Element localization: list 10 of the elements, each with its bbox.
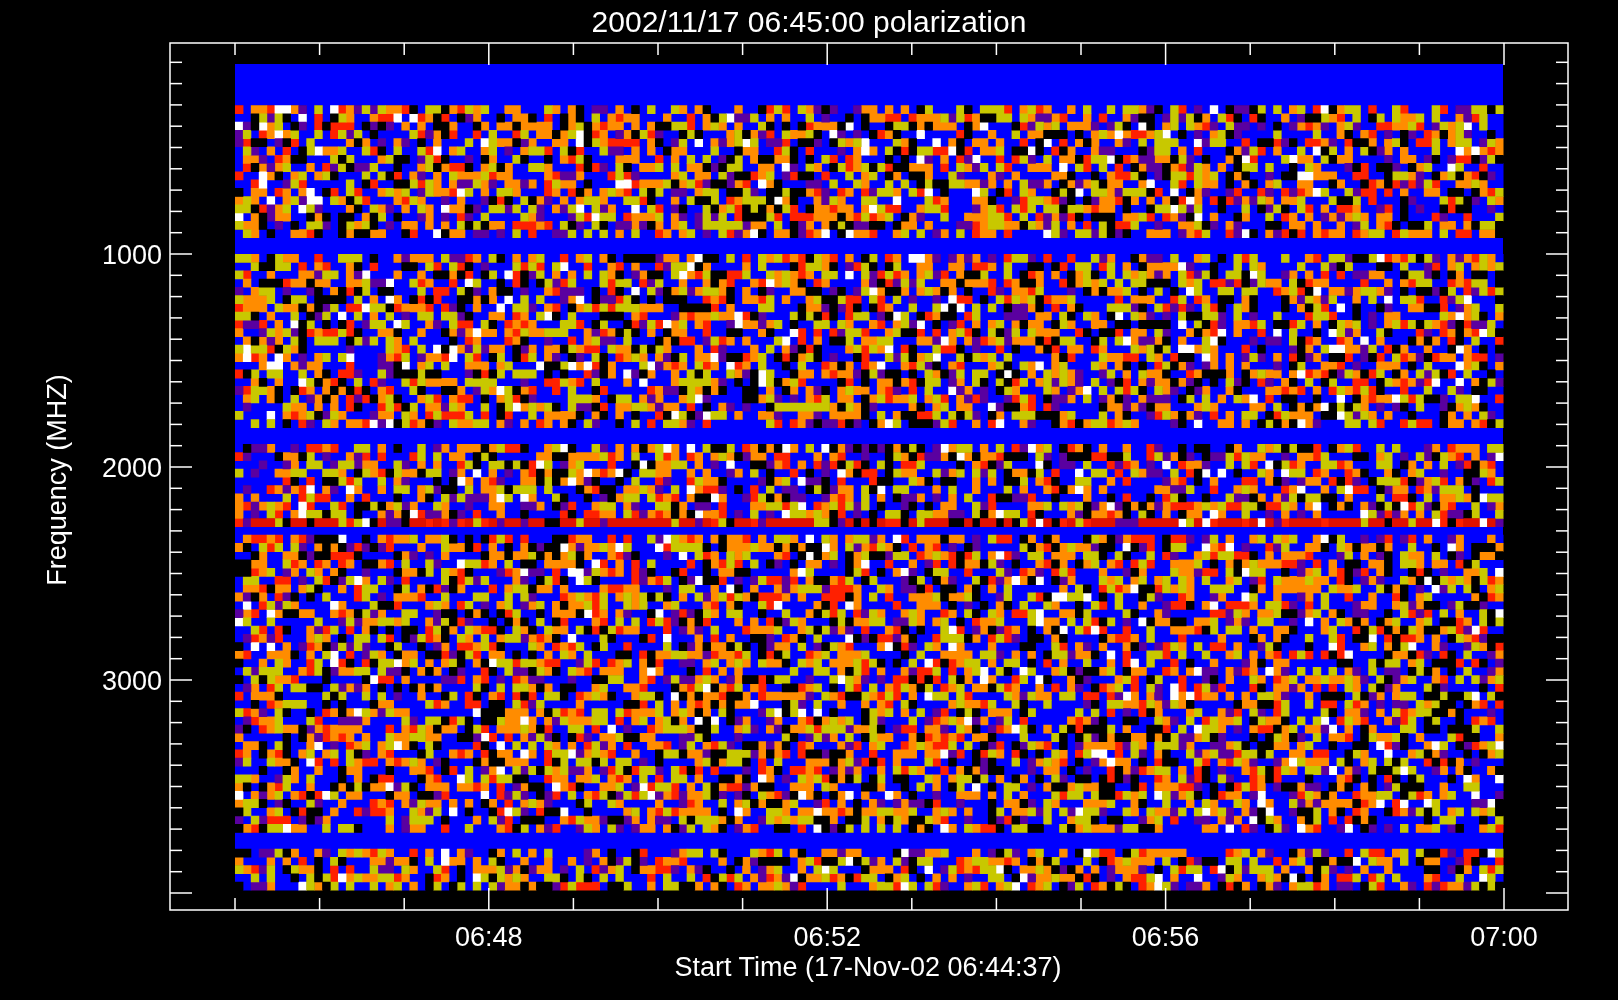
y-axis-title: Frequency (MHZ) bbox=[42, 374, 72, 586]
x-tick-label: 06:48 bbox=[455, 922, 523, 952]
x-axis-title: Start Time (17-Nov-02 06:44:37) bbox=[674, 952, 1062, 982]
y-tick-label: 1000 bbox=[101, 240, 162, 270]
y-tick-label: 2000 bbox=[101, 453, 162, 483]
x-tick-label: 07:00 bbox=[1470, 922, 1538, 952]
x-tick-label: 06:56 bbox=[1131, 922, 1200, 952]
chart-title: 2002/11/17 06:45:00 polarization bbox=[591, 5, 1027, 38]
x-tick-label: 06:52 bbox=[793, 922, 861, 952]
y-tick-label: 3000 bbox=[101, 666, 162, 696]
